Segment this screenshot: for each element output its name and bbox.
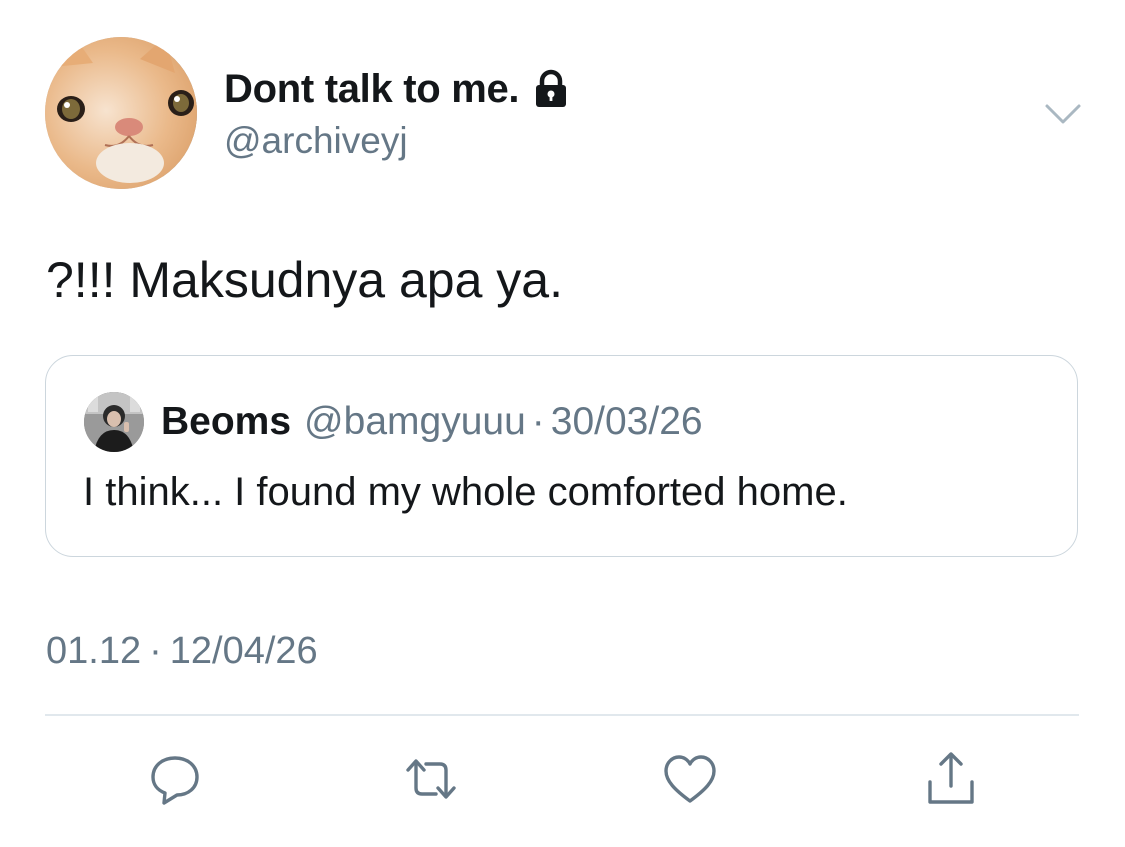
tweet-text: ?!!! Maksudnya apa ya.: [46, 252, 563, 308]
author-name-row: Dont talk to me.: [224, 64, 571, 114]
author-display-name[interactable]: Dont talk to me.: [224, 67, 520, 112]
quoted-tweet-text: I think... I found my whole comforted ho…: [83, 470, 848, 514]
action-bar: [0, 748, 1125, 810]
chevron-down-icon[interactable]: [1043, 100, 1083, 128]
quoted-author-avatar[interactable]: [84, 392, 144, 452]
lock-icon: [531, 69, 571, 109]
reply-button[interactable]: [144, 748, 206, 810]
quoted-tweet[interactable]: Beoms @bamgyuuu · 30/03/26 I think... I …: [45, 355, 1078, 557]
quoted-author-name[interactable]: Beoms: [161, 400, 291, 444]
quoted-tweet-header: Beoms @bamgyuuu · 30/03/26: [161, 398, 703, 446]
retweet-button[interactable]: [400, 748, 462, 810]
share-icon: [928, 752, 974, 804]
author-handle[interactable]: @archiveyj: [224, 120, 408, 162]
like-button[interactable]: [659, 748, 721, 810]
tweet-timestamp[interactable]: 01.12 · 12/04/26: [46, 630, 318, 673]
cat-avatar: [45, 37, 197, 189]
reply-icon: [151, 756, 199, 805]
user-avatar: [84, 392, 144, 452]
share-button[interactable]: [920, 748, 982, 810]
timestamp-date: 12/04/26: [169, 630, 318, 672]
timestamp-time: 01.12: [46, 630, 142, 672]
divider: [45, 714, 1079, 716]
retweet-icon: [406, 759, 456, 799]
quoted-separator: ·: [531, 400, 545, 443]
tweet: Dont talk to me. @archiveyj ?!!! Maksudn…: [0, 0, 1125, 847]
timestamp-separator: ·: [149, 630, 162, 672]
quoted-date: 30/03/26: [550, 400, 703, 443]
like-icon: [664, 755, 716, 803]
quoted-author-handle[interactable]: @bamgyuuu: [304, 400, 526, 444]
author-avatar[interactable]: [45, 37, 197, 189]
